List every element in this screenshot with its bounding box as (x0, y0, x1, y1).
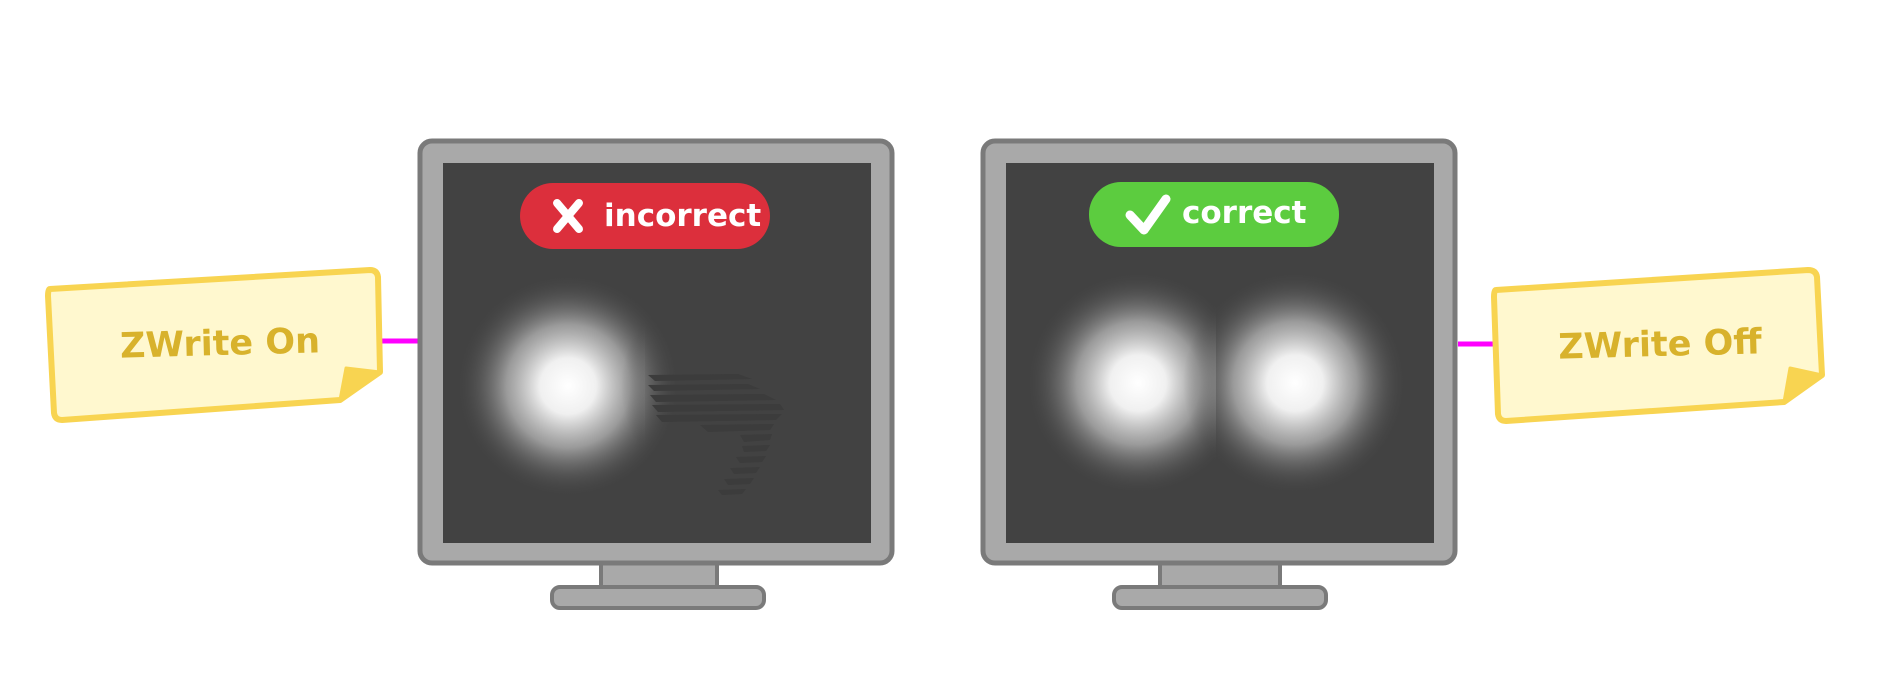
badge-correct: correct (1089, 182, 1339, 247)
glow-sphere-left-back (456, 274, 680, 498)
note-left-label: ZWrite On (120, 321, 321, 366)
badge-incorrect: incorrect (520, 183, 770, 249)
sticky-note-right: ZWrite Off (1491, 267, 1825, 424)
sticky-note-left: ZWrite On (45, 267, 383, 423)
zwrite-comparison-diagram: incorrect correct ZWrite On ZWrite Off (45, 138, 1825, 610)
monitor-right: correct (980, 138, 1458, 610)
monitor-right-stand-base (1112, 585, 1328, 610)
monitor-left: incorrect (417, 138, 895, 610)
note-left-folded-corner (338, 366, 382, 402)
badge-incorrect-label: incorrect (604, 198, 761, 234)
note-right-label: ZWrite Off (1558, 322, 1763, 367)
monitor-left-stand-base (550, 585, 766, 610)
note-right-folded-corner (1782, 366, 1824, 404)
badge-correct-label: correct (1182, 195, 1307, 231)
glow-sphere-right-front (1183, 271, 1407, 495)
